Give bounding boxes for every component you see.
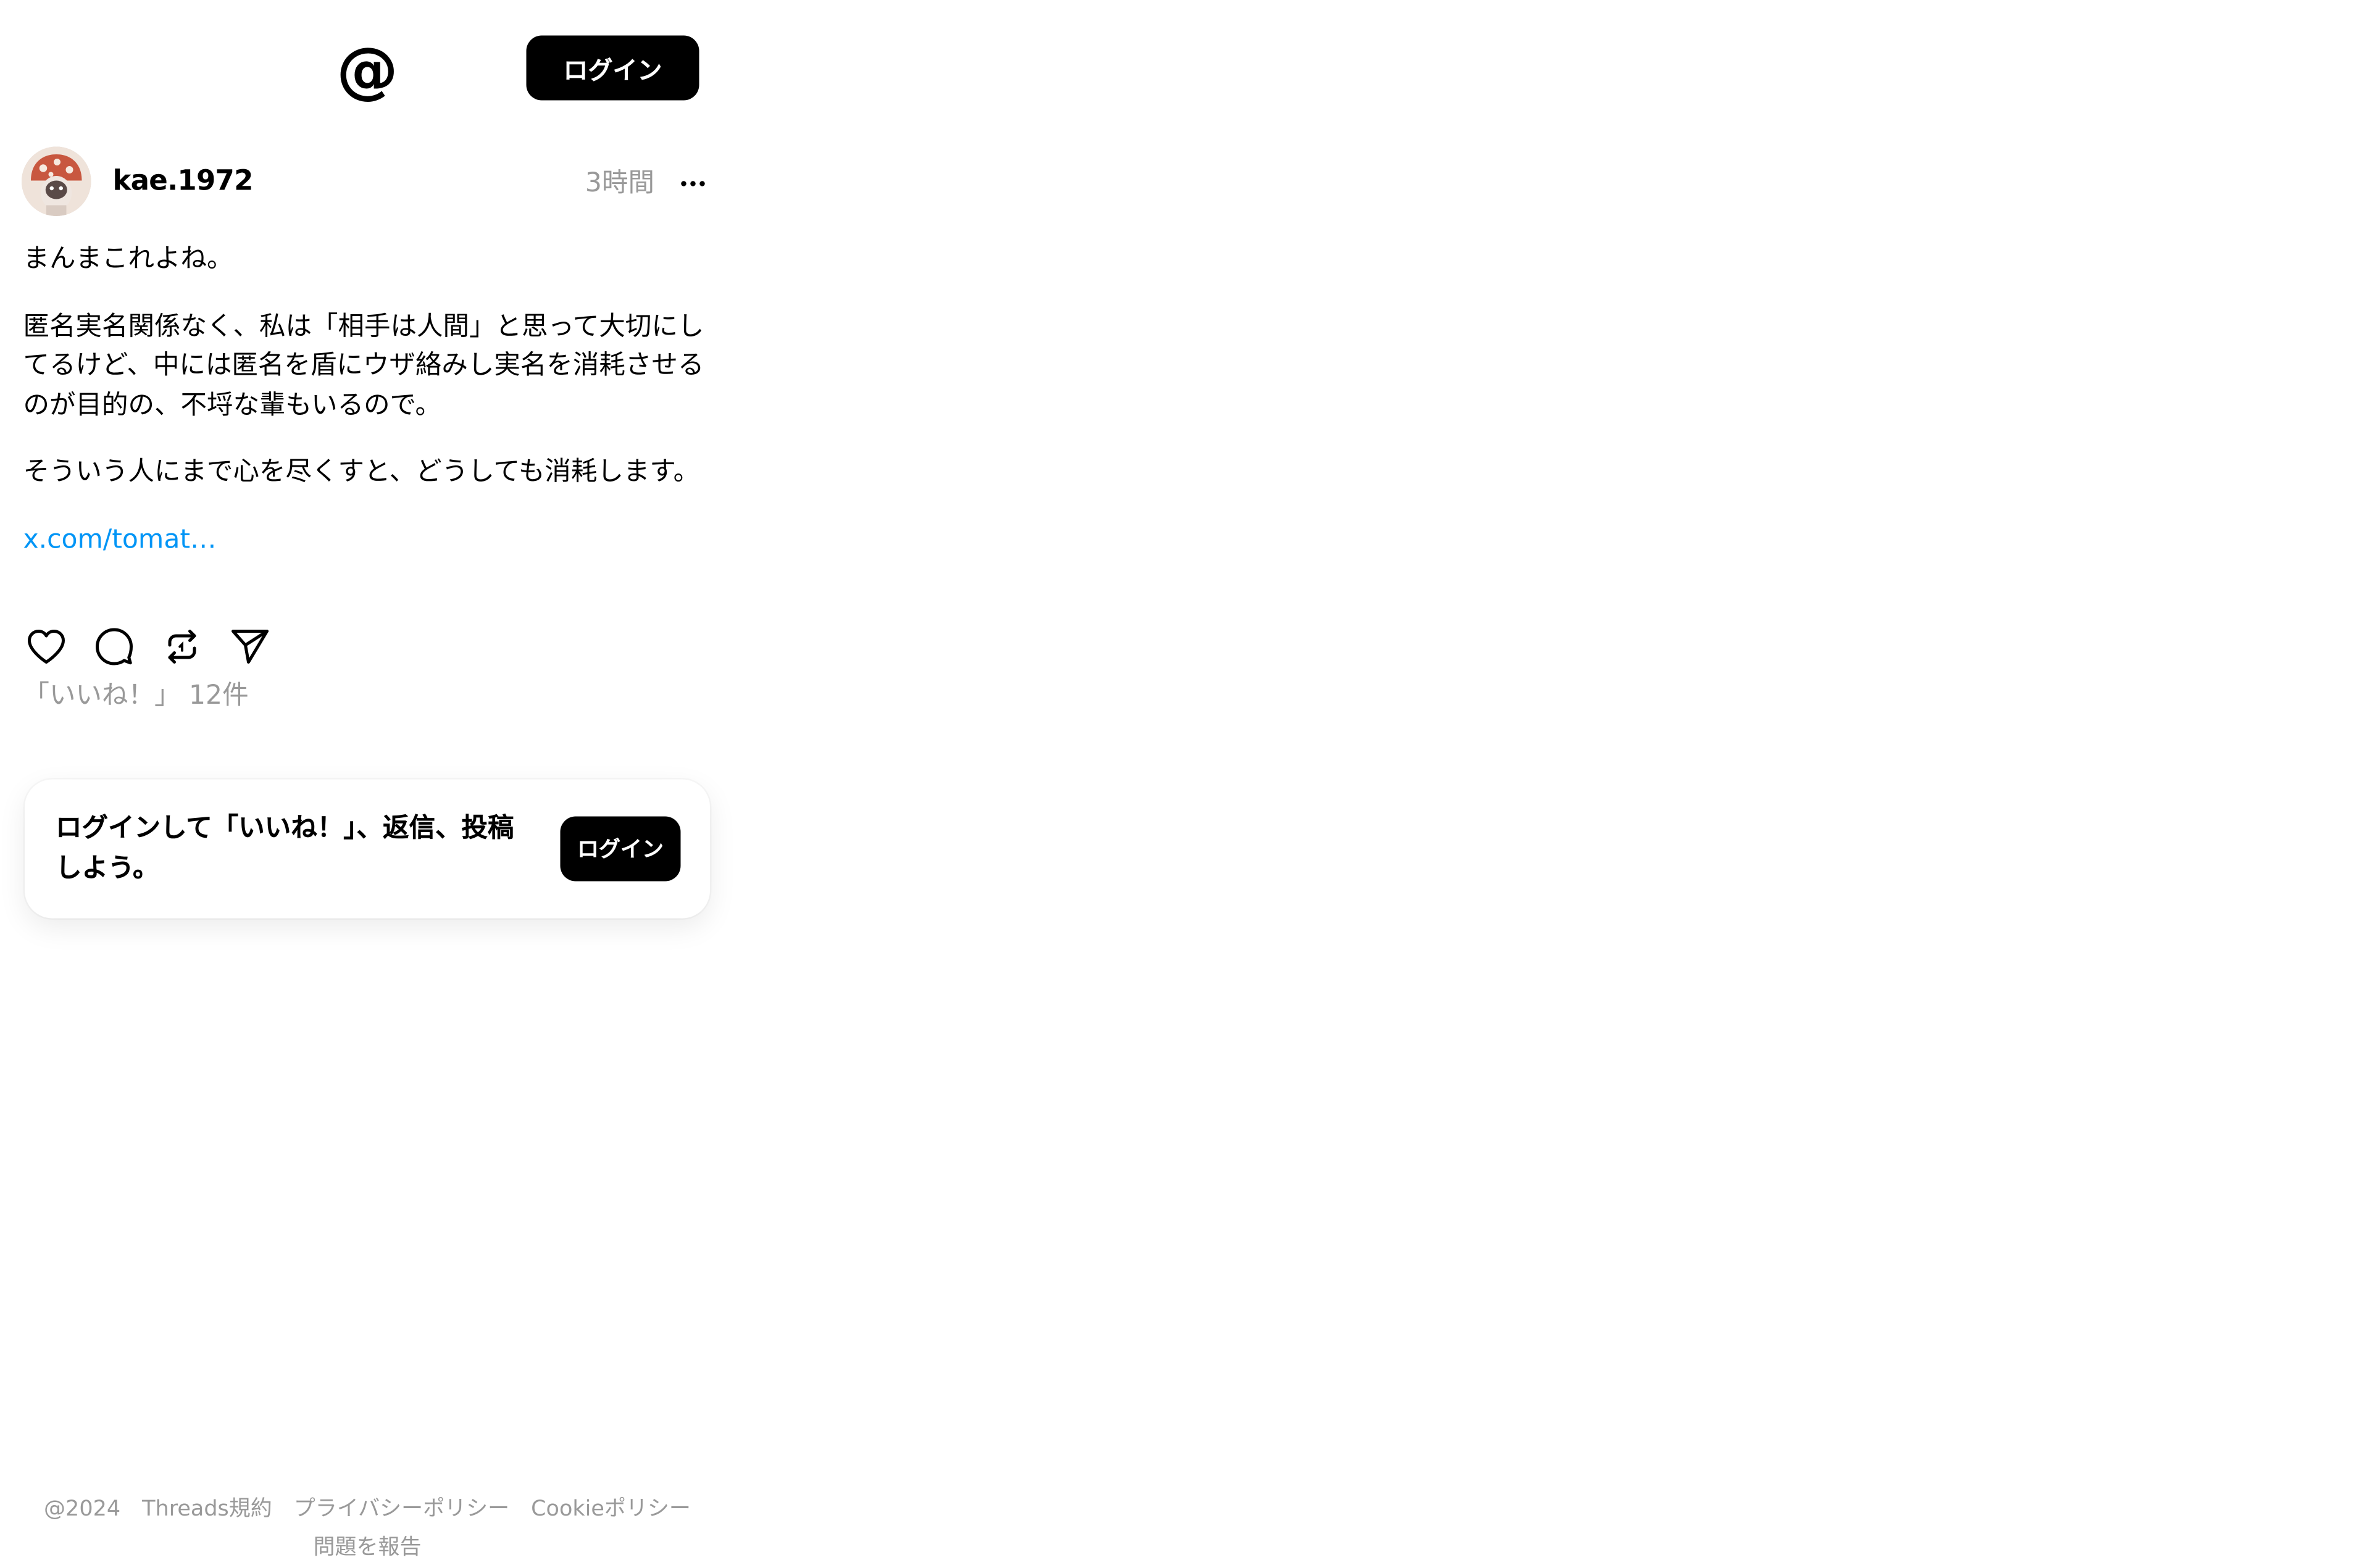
- reply-button[interactable]: [90, 623, 139, 670]
- login-prompt-text: ログインして「いいね！」、返信、投稿しよう。: [56, 809, 519, 889]
- footer-terms-link[interactable]: Threads規約: [142, 1491, 272, 1530]
- footer-copyright: @2024: [44, 1491, 120, 1530]
- login-prompt-card: ログインして「いいね！」、返信、投稿しよう。 ログイン: [25, 780, 710, 919]
- footer: @2024 Threads規約 プライバシーポリシー Cookieポリシー 問題…: [0, 1491, 735, 1568]
- header-login-button[interactable]: ログイン: [527, 36, 699, 101]
- username[interactable]: kae.1972: [113, 162, 253, 202]
- like-count[interactable]: 「いいね！」 12件: [23, 676, 255, 716]
- post-body: まんまこれよね。 匿名実名関係なく、私は「相手は人間」と思って大切にしてるけど、…: [23, 241, 709, 561]
- page: @ ログイン kae.1972 3時間: [0, 0, 2378, 1564]
- post-paragraph: 匿名実名関係なく、私は「相手は人間」と思って大切にしてるけど、中には匿名を盾にウ…: [23, 308, 709, 426]
- avatar[interactable]: [22, 147, 91, 217]
- post-link[interactable]: x.com/tomat…: [23, 521, 217, 561]
- footer-links: @2024 Threads規約 プライバシーポリシー Cookieポリシー: [0, 1491, 735, 1530]
- post-paragraph: まんまこれよね。: [23, 241, 709, 280]
- footer-links-second-row: 問題を報告: [0, 1530, 735, 1568]
- post-actions: [22, 623, 275, 670]
- more-options-button[interactable]: [673, 164, 713, 204]
- share-button[interactable]: [225, 623, 275, 670]
- send-icon: [230, 627, 270, 667]
- card-login-button[interactable]: ログイン: [561, 817, 681, 882]
- footer-cookie-link[interactable]: Cookieポリシー: [531, 1491, 691, 1530]
- post-paragraph: そういう人にまで心を尽くすと、どうしても消耗します。: [23, 454, 709, 493]
- heart-icon: [27, 628, 67, 665]
- repost-icon: [164, 627, 201, 667]
- post-column: @ ログイン kae.1972 3時間: [0, 0, 735, 1564]
- mushroom-avatar-icon: [22, 147, 91, 217]
- footer-report-link[interactable]: 問題を報告: [314, 1530, 422, 1568]
- footer-privacy-link[interactable]: プライバシーポリシー: [294, 1491, 509, 1530]
- like-button[interactable]: [22, 623, 71, 670]
- more-icon: [679, 179, 707, 188]
- threads-logo-icon[interactable]: @: [336, 39, 398, 104]
- repost-button[interactable]: [157, 623, 207, 670]
- comment-icon: [94, 627, 135, 667]
- post-timestamp[interactable]: 3時間: [585, 164, 654, 204]
